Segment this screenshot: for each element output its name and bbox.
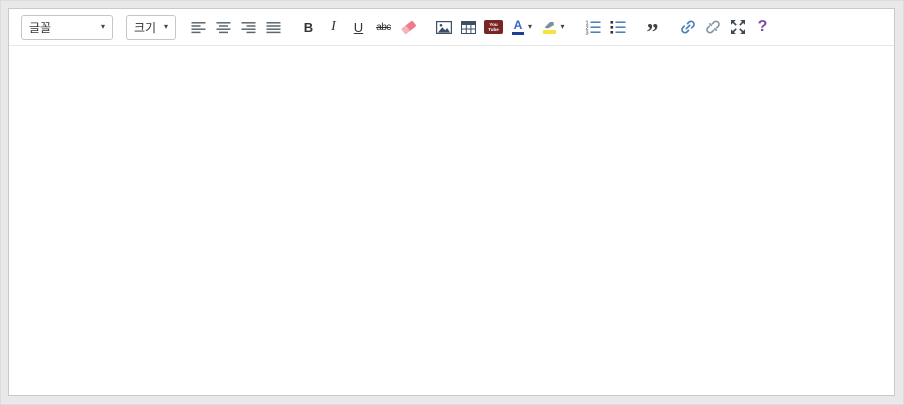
ordered-list-icon: 1 2 3 [585,20,601,35]
youtube-icon-line2: Tube [488,27,498,32]
align-center-button[interactable] [211,14,236,40]
list-group: 1 2 3 [580,14,630,40]
tools-group: ? [675,14,775,40]
blockquote-button[interactable]: ” [640,14,665,40]
table-icon [461,21,476,34]
editor-toolbar: 글꼴 ▾ 크기 ▾ [9,9,894,46]
bold-icon: B [304,20,313,35]
align-right-button[interactable] [236,14,261,40]
remove-link-button[interactable] [700,14,725,40]
underline-button[interactable]: U [346,14,371,40]
strikethrough-icon: abc [376,22,391,33]
italic-button[interactable]: I [321,14,346,40]
help-icon: ? [758,18,768,36]
unordered-list-button[interactable] [605,14,630,40]
format-group: B I U abc [296,14,421,40]
align-justify-button[interactable] [261,14,286,40]
alignment-group [186,14,286,40]
font-color-letter: A [514,20,523,31]
page-background: 글꼴 ▾ 크기 ▾ [0,0,904,405]
highlight-color-bar [543,30,556,34]
chevron-down-icon: ▾ [101,23,105,31]
highlighter-pen-icon [543,20,556,29]
insert-link-button[interactable] [675,14,700,40]
eraser-icon [400,20,417,35]
clear-format-button[interactable] [396,14,421,40]
insert-image-button[interactable] [431,14,456,40]
font-family-dropdown[interactable]: 글꼴 ▾ [21,15,113,40]
underline-icon: U [354,20,363,35]
quote-group: ” [640,14,665,40]
bold-button[interactable]: B [296,14,321,40]
fullscreen-icon [730,19,746,35]
chevron-down-icon: ▾ [560,23,564,31]
font-color-bar [512,32,524,35]
font-family-value: 글꼴 [29,19,51,36]
ordered-list-button[interactable]: 1 2 3 [580,14,605,40]
align-left-button[interactable] [186,14,211,40]
insert-table-button[interactable] [456,14,481,40]
image-icon [436,21,452,34]
youtube-icon: You Tube [484,20,503,34]
help-button[interactable]: ? [750,14,775,40]
insert-group: You Tube A ▾ [431,14,570,40]
font-size-dropdown[interactable]: 크기 ▾ [126,15,176,40]
editor-content-area[interactable] [9,46,894,395]
font-color-icon: A [512,20,524,35]
italic-icon: I [331,19,336,35]
insert-youtube-button[interactable]: You Tube [481,14,506,40]
rich-text-editor: 글꼴 ▾ 크기 ▾ [8,8,895,396]
align-center-icon [216,21,231,34]
fullscreen-button[interactable] [725,14,750,40]
align-right-icon [241,21,256,34]
link-icon [680,19,696,35]
strikethrough-button[interactable]: abc [371,14,396,40]
font-color-button[interactable]: A ▾ [506,14,538,40]
align-justify-icon [266,21,281,34]
unordered-list-icon [610,20,626,35]
highlight-color-icon [543,20,556,34]
chevron-down-icon: ▾ [164,23,168,31]
ordered-list-number-3: 3 [585,30,588,35]
align-left-icon [191,21,206,34]
unlink-icon [705,19,721,35]
highlight-color-button[interactable]: ▾ [538,14,570,40]
chevron-down-icon: ▾ [528,23,532,31]
blockquote-icon: ” [647,20,659,46]
font-size-value: 크기 [134,19,156,36]
